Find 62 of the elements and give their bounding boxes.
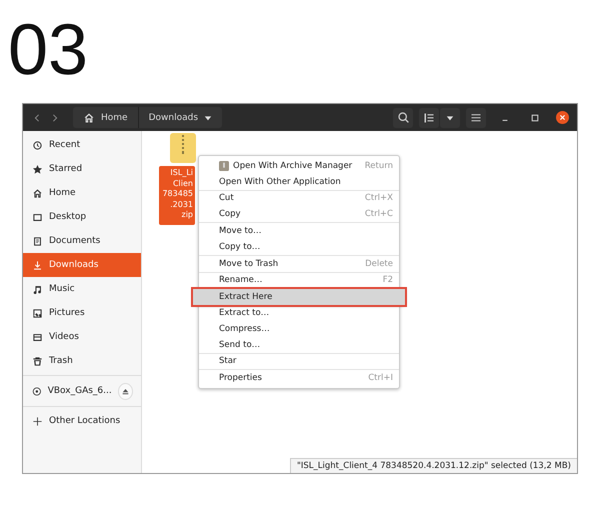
- sidebar-item[interactable]: Trash: [23, 349, 141, 373]
- menu-item[interactable]: Open With Archive Manager Return: [199, 158, 399, 174]
- menu-item[interactable]: Rename… F2: [199, 272, 399, 288]
- menu-item[interactable]: Compress…: [199, 320, 399, 337]
- sidebar-item[interactable]: Documents: [23, 229, 141, 253]
- music-icon: [32, 284, 43, 294]
- close-icon: [559, 114, 566, 121]
- menu-item[interactable]: Star: [199, 354, 399, 370]
- sidebar-item[interactable]: Downloads: [23, 253, 141, 277]
- sidebar-item[interactable]: Home: [23, 181, 141, 205]
- disc-icon: [32, 386, 42, 396]
- sidebar-item[interactable]: Starred: [23, 157, 141, 181]
- chevron-left-icon: [33, 112, 41, 122]
- clock-icon: [32, 140, 43, 150]
- sidebar-item[interactable]: Recent: [23, 133, 141, 157]
- menu-item[interactable]: Properties Ctrl+I: [199, 370, 399, 386]
- archive-file-icon: [170, 133, 196, 163]
- menu-button[interactable]: [466, 108, 486, 128]
- sidebar-item[interactable]: Desktop: [23, 205, 141, 229]
- desktop-icon: [32, 212, 43, 222]
- sidebar-item[interactable]: Pictures: [23, 301, 141, 325]
- path-button[interactable]: Downloads: [138, 107, 222, 128]
- list-view-button[interactable]: [419, 108, 439, 128]
- path-button[interactable]: Home: [73, 107, 138, 128]
- file-name[interactable]: ISL_Li Clien 783485 .2031 zip: [159, 166, 195, 224]
- home-icon: [83, 112, 95, 124]
- sidebar-item[interactable]: Music: [23, 277, 141, 301]
- search-icon: [396, 111, 410, 124]
- status-bar: "ISL_Light_Client_4 78348520.4.2031.12.zip" selected (13,2 MB): [290, 458, 577, 473]
- sidebar-item[interactable]: Other Locations: [23, 409, 141, 433]
- film-icon: [32, 332, 43, 342]
- menu-icon: [470, 112, 482, 124]
- menu-item[interactable]: Cut Ctrl+X: [199, 190, 399, 206]
- step-number: 03: [8, 14, 88, 86]
- menu-item[interactable]: Extract to…: [199, 305, 399, 321]
- list-icon: [423, 112, 435, 124]
- maximize-icon: [531, 114, 539, 122]
- menu-item[interactable]: Open With Other Application: [199, 174, 399, 190]
- menu-item[interactable]: Copy to…: [199, 238, 399, 255]
- eject-button[interactable]: [118, 382, 133, 400]
- sidebar-item[interactable]: VBox_GAs_6...: [23, 378, 141, 404]
- trash-icon: [32, 356, 43, 366]
- menu-item[interactable]: Move to…: [199, 223, 399, 239]
- download-icon: [32, 260, 43, 270]
- chevron-right-icon: [51, 112, 59, 122]
- home-icon: [32, 188, 43, 198]
- caret-icon: [204, 114, 212, 122]
- view-options-button[interactable]: [440, 108, 460, 128]
- picture-icon: [32, 308, 43, 318]
- archive-icon: [219, 160, 229, 171]
- caret-icon: [446, 114, 454, 122]
- menu-item[interactable]: Copy Ctrl+C: [199, 206, 399, 222]
- menu-item[interactable]: Extract Here: [193, 289, 405, 306]
- search-button[interactable]: [393, 108, 413, 128]
- star-icon: [32, 164, 43, 174]
- eject-icon: [122, 388, 129, 394]
- document-icon: [32, 236, 43, 246]
- plus-icon: [32, 416, 43, 426]
- menu-item[interactable]: Send to…: [199, 336, 399, 353]
- sidebar-item[interactable]: Videos: [23, 325, 141, 349]
- close-button[interactable]: [556, 111, 569, 124]
- menu-item[interactable]: Move to Trash Delete: [199, 256, 399, 272]
